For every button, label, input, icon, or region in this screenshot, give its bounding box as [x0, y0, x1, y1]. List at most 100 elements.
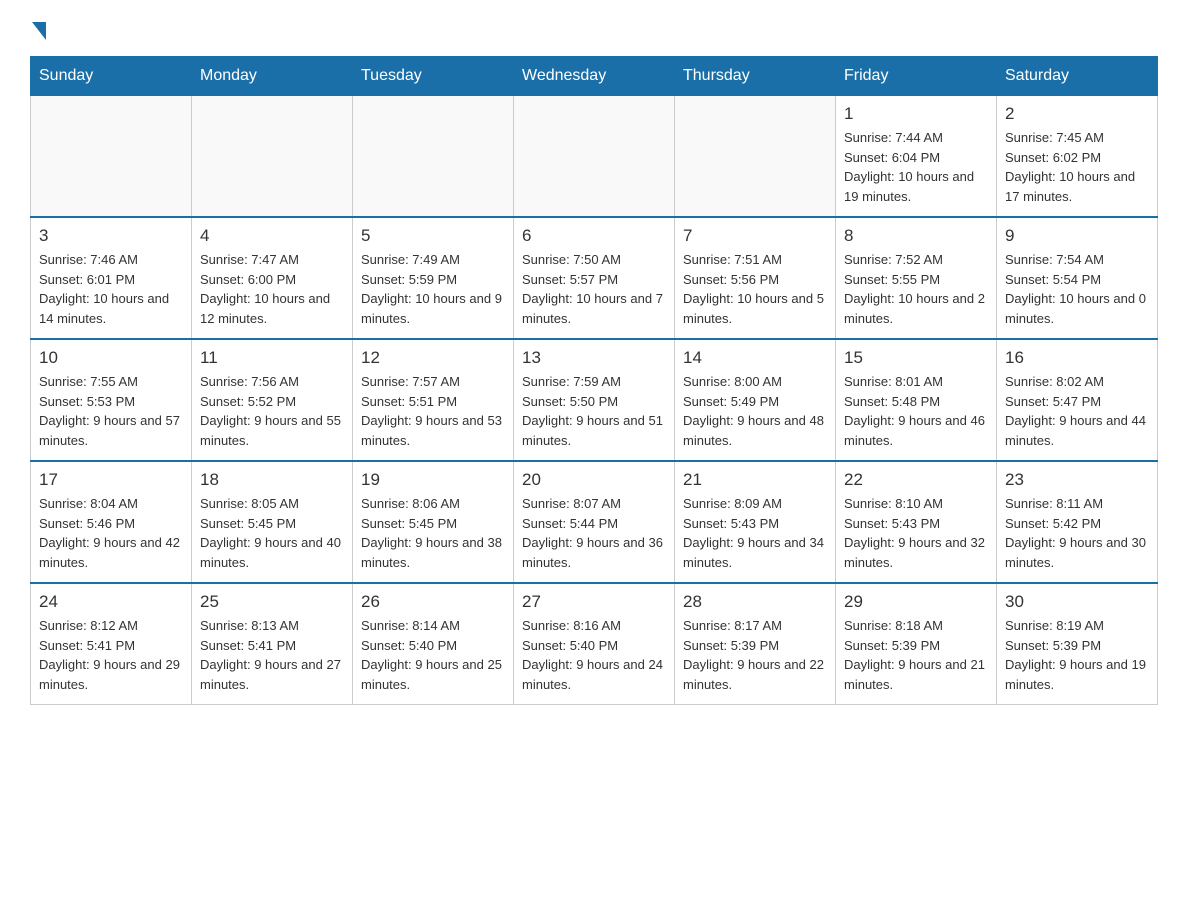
- calendar-cell-week2-day2: 5Sunrise: 7:49 AMSunset: 5:59 PMDaylight…: [353, 217, 514, 339]
- day-info: Sunrise: 7:47 AMSunset: 6:00 PMDaylight:…: [200, 250, 344, 328]
- day-info: Sunrise: 8:18 AMSunset: 5:39 PMDaylight:…: [844, 616, 988, 694]
- calendar-cell-week3-day0: 10Sunrise: 7:55 AMSunset: 5:53 PMDayligh…: [31, 339, 192, 461]
- day-info: Sunrise: 8:11 AMSunset: 5:42 PMDaylight:…: [1005, 494, 1149, 572]
- day-info: Sunrise: 7:54 AMSunset: 5:54 PMDaylight:…: [1005, 250, 1149, 328]
- day-info: Sunrise: 7:46 AMSunset: 6:01 PMDaylight:…: [39, 250, 183, 328]
- day-number: 27: [522, 592, 666, 612]
- day-number: 11: [200, 348, 344, 368]
- calendar-cell-week4-day4: 21Sunrise: 8:09 AMSunset: 5:43 PMDayligh…: [675, 461, 836, 583]
- week-row-5: 24 Sunrise: 8:12 AMSunset: 5:41 PMDayligh…: [31, 583, 1158, 705]
- day-info: Sunrise: 8:12 AMSunset: 5:41 PMDaylight:…: [39, 616, 183, 694]
- calendar-cell-week3-day6: 16 Sunrise: 8:02 AMSunset: 5:47 PMDayligh…: [997, 339, 1158, 461]
- logo-triangle-icon: [32, 22, 46, 40]
- calendar-cell-week2-day5: 8 Sunrise: 7:52 AMSunset: 5:55 PMDaylight…: [836, 217, 997, 339]
- calendar-cell-week1-day2: [353, 96, 514, 218]
- day-number: 25: [200, 592, 344, 612]
- day-number: 18: [200, 470, 344, 490]
- day-info: Sunrise: 7:44 AMSunset: 6:04 PMDaylight:…: [844, 128, 988, 206]
- calendar-cell-week3-day3: 13 Sunrise: 7:59 AMSunset: 5:50 PMDayligh…: [514, 339, 675, 461]
- day-info: Sunrise: 8:02 AMSunset: 5:47 PMDaylight:…: [1005, 372, 1149, 450]
- calendar-cell-week5-day6: 30 Sunrise: 8:19 AMSunset: 5:39 PMDayligh…: [997, 583, 1158, 705]
- week-row-1: 1 Sunrise: 7:44 AMSunset: 6:04 PMDaylight…: [31, 96, 1158, 218]
- header: [30, 20, 1158, 40]
- calendar-cell-week5-day4: 28 Sunrise: 8:17 AMSunset: 5:39 PMDayligh…: [675, 583, 836, 705]
- calendar-cell-week1-day4: [675, 96, 836, 218]
- calendar-cell-week5-day0: 24 Sunrise: 8:12 AMSunset: 5:41 PMDayligh…: [31, 583, 192, 705]
- day-number: 26: [361, 592, 505, 612]
- day-info: Sunrise: 8:01 AMSunset: 5:48 PMDaylight:…: [844, 372, 988, 450]
- calendar-cell-week4-day5: 22 Sunrise: 8:10 AMSunset: 5:43 PMDayligh…: [836, 461, 997, 583]
- day-info: Sunrise: 8:10 AMSunset: 5:43 PMDaylight:…: [844, 494, 988, 572]
- day-info: Sunrise: 7:57 AMSunset: 5:51 PMDaylight:…: [361, 372, 505, 450]
- weekday-header-tuesday: Tuesday: [353, 57, 514, 96]
- calendar-cell-week1-day0: [31, 96, 192, 218]
- week-row-3: 10Sunrise: 7:55 AMSunset: 5:53 PMDayligh…: [31, 339, 1158, 461]
- day-number: 28: [683, 592, 827, 612]
- day-info: Sunrise: 7:55 AMSunset: 5:53 PMDaylight:…: [39, 372, 183, 450]
- calendar-cell-week4-day1: 18 Sunrise: 8:05 AMSunset: 5:45 PMDayligh…: [192, 461, 353, 583]
- day-info: Sunrise: 8:00 AMSunset: 5:49 PMDaylight:…: [683, 372, 827, 450]
- week-row-2: 3 Sunrise: 7:46 AMSunset: 6:01 PMDaylight…: [31, 217, 1158, 339]
- weekday-header-wednesday: Wednesday: [514, 57, 675, 96]
- weekday-header-thursday: Thursday: [675, 57, 836, 96]
- day-info: Sunrise: 8:14 AMSunset: 5:40 PMDaylight:…: [361, 616, 505, 694]
- day-number: 1: [844, 104, 988, 124]
- day-info: Sunrise: 8:05 AMSunset: 5:45 PMDaylight:…: [200, 494, 344, 572]
- calendar-cell-week5-day5: 29 Sunrise: 8:18 AMSunset: 5:39 PMDayligh…: [836, 583, 997, 705]
- day-number: 22: [844, 470, 988, 490]
- day-number: 30: [1005, 592, 1149, 612]
- day-info: Sunrise: 8:06 AMSunset: 5:45 PMDaylight:…: [361, 494, 505, 572]
- calendar-cell-week5-day2: 26 Sunrise: 8:14 AMSunset: 5:40 PMDayligh…: [353, 583, 514, 705]
- day-number: 2: [1005, 104, 1149, 124]
- calendar-cell-week5-day1: 25 Sunrise: 8:13 AMSunset: 5:41 PMDayligh…: [192, 583, 353, 705]
- calendar-cell-week4-day2: 19Sunrise: 8:06 AMSunset: 5:45 PMDayligh…: [353, 461, 514, 583]
- day-number: 15: [844, 348, 988, 368]
- day-number: 13: [522, 348, 666, 368]
- day-number: 3: [39, 226, 183, 246]
- calendar-cell-week3-day2: 12 Sunrise: 7:57 AMSunset: 5:51 PMDayligh…: [353, 339, 514, 461]
- logo-top: [30, 20, 46, 40]
- day-info: Sunrise: 7:59 AMSunset: 5:50 PMDaylight:…: [522, 372, 666, 450]
- calendar-cell-week2-day0: 3 Sunrise: 7:46 AMSunset: 6:01 PMDaylight…: [31, 217, 192, 339]
- day-info: Sunrise: 8:17 AMSunset: 5:39 PMDaylight:…: [683, 616, 827, 694]
- day-number: 8: [844, 226, 988, 246]
- weekday-header-saturday: Saturday: [997, 57, 1158, 96]
- day-info: Sunrise: 8:04 AMSunset: 5:46 PMDaylight:…: [39, 494, 183, 572]
- day-number: 24: [39, 592, 183, 612]
- calendar-cell-week2-day3: 6Sunrise: 7:50 AMSunset: 5:57 PMDaylight…: [514, 217, 675, 339]
- day-info: Sunrise: 7:50 AMSunset: 5:57 PMDaylight:…: [522, 250, 666, 328]
- week-row-4: 17 Sunrise: 8:04 AMSunset: 5:46 PMDayligh…: [31, 461, 1158, 583]
- weekday-header-row: SundayMondayTuesdayWednesdayThursdayFrid…: [31, 57, 1158, 96]
- calendar-cell-week2-day1: 4 Sunrise: 7:47 AMSunset: 6:00 PMDaylight…: [192, 217, 353, 339]
- day-info: Sunrise: 8:13 AMSunset: 5:41 PMDaylight:…: [200, 616, 344, 694]
- calendar-cell-week3-day1: 11 Sunrise: 7:56 AMSunset: 5:52 PMDayligh…: [192, 339, 353, 461]
- day-info: Sunrise: 8:19 AMSunset: 5:39 PMDaylight:…: [1005, 616, 1149, 694]
- day-number: 21: [683, 470, 827, 490]
- day-info: Sunrise: 7:51 AMSunset: 5:56 PMDaylight:…: [683, 250, 827, 328]
- calendar-cell-week1-day5: 1 Sunrise: 7:44 AMSunset: 6:04 PMDaylight…: [836, 96, 997, 218]
- calendar-cell-week1-day6: 2Sunrise: 7:45 AMSunset: 6:02 PMDaylight…: [997, 96, 1158, 218]
- calendar-cell-week4-day6: 23 Sunrise: 8:11 AMSunset: 5:42 PMDayligh…: [997, 461, 1158, 583]
- day-number: 20: [522, 470, 666, 490]
- day-number: 23: [1005, 470, 1149, 490]
- weekday-header-friday: Friday: [836, 57, 997, 96]
- day-number: 12: [361, 348, 505, 368]
- logo: [30, 20, 46, 40]
- day-info: Sunrise: 7:49 AMSunset: 5:59 PMDaylight:…: [361, 250, 505, 328]
- day-number: 29: [844, 592, 988, 612]
- calendar-cell-week3-day4: 14Sunrise: 8:00 AMSunset: 5:49 PMDayligh…: [675, 339, 836, 461]
- day-number: 17: [39, 470, 183, 490]
- day-info: Sunrise: 8:07 AMSunset: 5:44 PMDaylight:…: [522, 494, 666, 572]
- calendar-cell-week2-day4: 7 Sunrise: 7:51 AMSunset: 5:56 PMDaylight…: [675, 217, 836, 339]
- day-number: 7: [683, 226, 827, 246]
- day-number: 16: [1005, 348, 1149, 368]
- day-info: Sunrise: 7:56 AMSunset: 5:52 PMDaylight:…: [200, 372, 344, 450]
- calendar-cell-week2-day6: 9 Sunrise: 7:54 AMSunset: 5:54 PMDaylight…: [997, 217, 1158, 339]
- calendar-cell-week1-day1: [192, 96, 353, 218]
- day-info: Sunrise: 7:52 AMSunset: 5:55 PMDaylight:…: [844, 250, 988, 328]
- weekday-header-sunday: Sunday: [31, 57, 192, 96]
- page: SundayMondayTuesdayWednesdayThursdayFrid…: [0, 0, 1188, 735]
- day-number: 9: [1005, 226, 1149, 246]
- day-number: 4: [200, 226, 344, 246]
- calendar-cell-week5-day3: 27Sunrise: 8:16 AMSunset: 5:40 PMDayligh…: [514, 583, 675, 705]
